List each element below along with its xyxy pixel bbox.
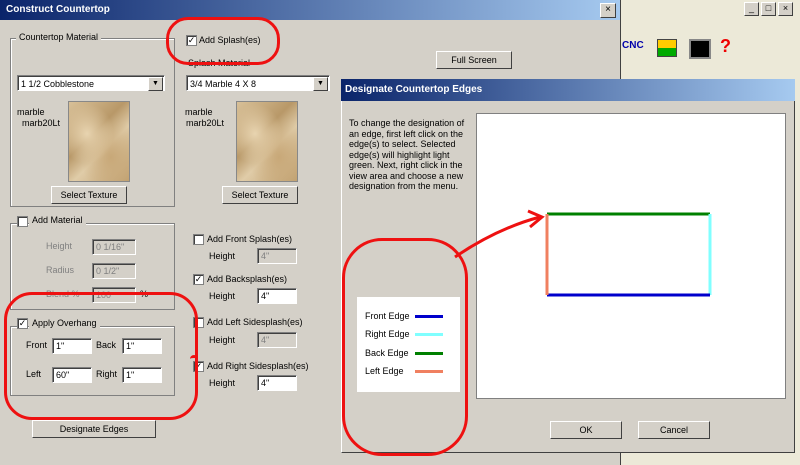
splash-texture-caption-name: marble xyxy=(185,107,213,117)
splash-material-select[interactable]: 3/4 Marble 4 X 8 ▼ xyxy=(186,75,330,91)
front-splash-label: Add Front Splash(es) xyxy=(207,234,293,244)
chevron-down-icon[interactable]: ▼ xyxy=(148,77,163,91)
front-splash-height-field[interactable]: 4" xyxy=(257,248,297,264)
restore-button[interactable]: □ xyxy=(761,2,776,16)
annotation-circle-legend xyxy=(342,238,468,456)
left-sidesplash-height-field[interactable]: 4" xyxy=(257,332,297,348)
right-sidesplash-label: Add Right Sidesplash(es) xyxy=(207,361,309,371)
grid-toolbar-icon[interactable] xyxy=(657,39,677,57)
splash-texture-preview xyxy=(236,101,298,182)
texture-caption-file: marb20Lt xyxy=(22,118,61,128)
splash-select-texture-button[interactable]: Select Texture xyxy=(222,186,298,204)
right-sidesplash-height-field[interactable]: 4" xyxy=(257,375,297,391)
designate-instructions: To change the designation of an edge, fi… xyxy=(349,118,465,191)
full-screen-button[interactable]: Full Screen xyxy=(436,51,512,69)
material-height-field[interactable]: 0 1/16" xyxy=(92,239,136,255)
minimize-button[interactable]: _ xyxy=(744,2,759,16)
material-radius-label: Radius xyxy=(46,265,75,275)
annotation-mark-right-sidesplash xyxy=(190,355,198,378)
material-height-label: Height xyxy=(46,241,73,251)
countertop-material-value: 1 1/2 Cobblestone xyxy=(21,79,95,89)
help-icon[interactable]: ? xyxy=(720,36,731,57)
designate-dialog-title-bar: Designate Countertop Edges xyxy=(341,79,795,101)
countertop-texture-preview xyxy=(68,101,130,182)
splash-material-value: 3/4 Marble 4 X 8 xyxy=(190,79,257,89)
texture-caption-name: marble xyxy=(17,107,45,117)
countertop-material-label: Countertop Material xyxy=(16,32,102,42)
cancel-button[interactable]: Cancel xyxy=(638,421,710,439)
backsplash-checkbox[interactable]: ✓ xyxy=(193,274,204,285)
dialog-title-bar: Construct Countertop xyxy=(0,0,620,20)
add-material-checkbox[interactable] xyxy=(17,216,28,227)
film-toolbar-icon[interactable] xyxy=(689,39,711,59)
backsplash-height-label: Height xyxy=(209,291,236,301)
add-material-label: Add Material xyxy=(29,215,86,225)
front-splash-checkbox[interactable] xyxy=(193,234,204,245)
ok-button[interactable]: OK xyxy=(550,421,622,439)
left-sidesplash-height-label: Height xyxy=(209,335,236,345)
dialog-title: Construct Countertop xyxy=(6,4,110,15)
backsplash-label: Add Backsplash(es) xyxy=(207,274,288,284)
cnc-toolbar-icon[interactable]: CNC xyxy=(622,40,644,51)
dialog-close-button[interactable]: × xyxy=(600,3,616,18)
annotation-circle-splash xyxy=(166,17,280,65)
splash-texture-caption-file: marb20Lt xyxy=(186,118,225,128)
annotation-circle-overhang xyxy=(4,292,198,420)
app-toolbar: CNC ? xyxy=(620,36,800,60)
left-sidesplash-label: Add Left Sidesplash(es) xyxy=(207,317,303,327)
front-splash-height-label: Height xyxy=(209,251,236,261)
right-sidesplash-height-label: Height xyxy=(209,378,236,388)
designate-edges-button[interactable]: Designate Edges xyxy=(32,420,156,438)
chevron-down-icon[interactable]: ▼ xyxy=(313,77,328,91)
close-app-button[interactable]: × xyxy=(778,2,793,16)
backsplash-height-field[interactable]: 4" xyxy=(257,288,297,304)
countertop-material-select[interactable]: 1 1/2 Cobblestone ▼ xyxy=(17,75,165,91)
material-radius-field[interactable]: 0 1/2" xyxy=(92,263,136,279)
designate-dialog-title: Designate Countertop Edges xyxy=(345,84,483,95)
select-texture-button[interactable]: Select Texture xyxy=(51,186,127,204)
annotation-arrow xyxy=(454,209,545,259)
